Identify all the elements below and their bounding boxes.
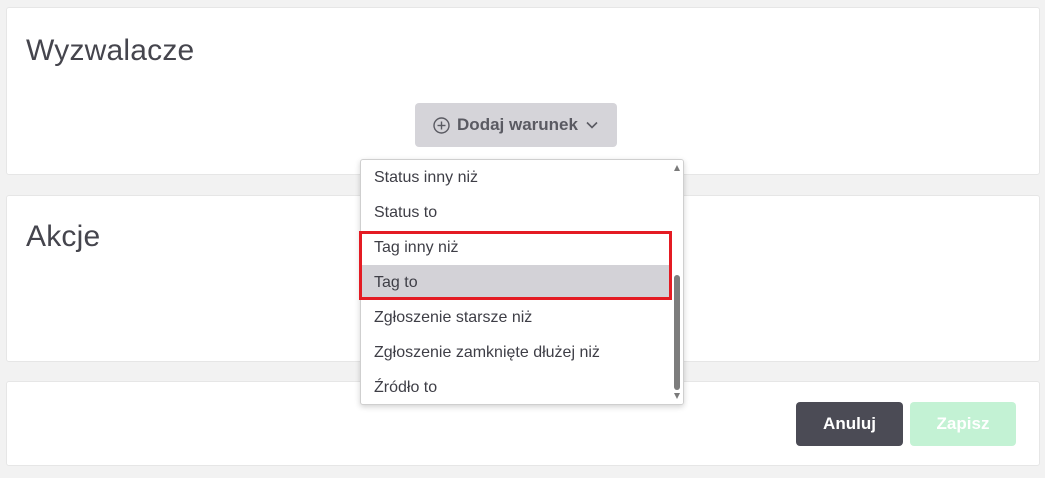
option-status-to[interactable]: Status to bbox=[361, 195, 673, 230]
condition-dropdown[interactable]: Status inny niż Status to Tag inny niż T… bbox=[360, 159, 684, 405]
option-tag-to[interactable]: Tag to bbox=[361, 265, 673, 300]
save-button[interactable]: Zapisz bbox=[910, 402, 1016, 446]
cancel-button[interactable]: Anuluj bbox=[796, 402, 903, 446]
option-zgloszenie-zamkniete-dluzej-niz[interactable]: Zgłoszenie zamknięte dłużej niż bbox=[361, 335, 673, 370]
actions-title: Akcje bbox=[26, 220, 101, 253]
triggers-title: Wyzwalacze bbox=[26, 34, 195, 67]
workflow-editor: Wyzwalacze Dodaj warunek Akcje Anuluj Za… bbox=[0, 0, 1045, 478]
option-zgloszenie-starsze-niz[interactable]: Zgłoszenie starsze niż bbox=[361, 300, 673, 335]
dropdown-scrollbar[interactable] bbox=[671, 160, 683, 404]
chevron-down-icon bbox=[585, 120, 599, 130]
add-condition-button[interactable]: Dodaj warunek bbox=[415, 103, 617, 147]
plus-circle-icon bbox=[433, 116, 450, 134]
add-condition-label: Dodaj warunek bbox=[457, 115, 578, 134]
option-tag-inny-niz[interactable]: Tag inny niż bbox=[361, 230, 673, 265]
scroll-up-arrow-icon[interactable] bbox=[674, 165, 680, 171]
option-status-inny-niz[interactable]: Status inny niż bbox=[361, 160, 673, 195]
option-zrodlo-to[interactable]: Źródło to bbox=[361, 370, 673, 404]
scrollbar-thumb[interactable] bbox=[674, 275, 680, 390]
scroll-down-arrow-icon[interactable] bbox=[674, 393, 680, 399]
triggers-card: Wyzwalacze bbox=[6, 7, 1040, 175]
